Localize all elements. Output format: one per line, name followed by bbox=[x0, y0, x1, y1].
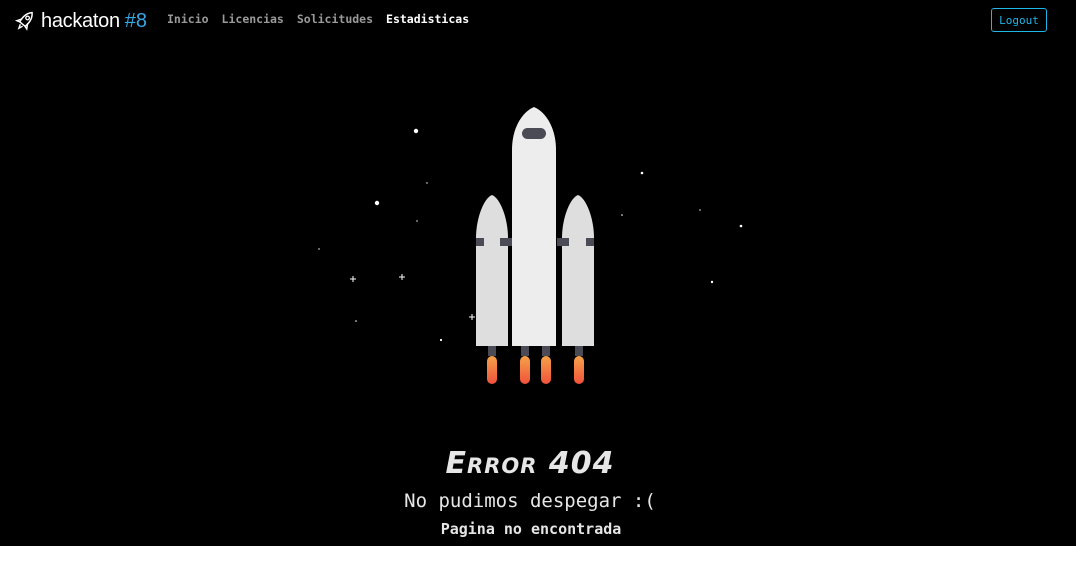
logout-button[interactable]: Logout bbox=[991, 8, 1047, 32]
star-icon bbox=[621, 214, 623, 216]
brand-number: #8 bbox=[124, 9, 148, 32]
star-icon bbox=[640, 171, 644, 175]
star-icon bbox=[413, 128, 419, 134]
error-detail: Pagina no encontrada bbox=[440, 520, 622, 538]
star-icon bbox=[416, 220, 418, 222]
page-404: hackaton #8 Inicio Licencias Solicitudes… bbox=[0, 0, 1076, 546]
core-stage bbox=[512, 107, 556, 346]
engine-nozzle bbox=[575, 346, 583, 356]
nav-menu: Inicio Licencias Solicitudes Estadistica… bbox=[167, 12, 469, 26]
engine-flame bbox=[520, 356, 530, 384]
nav-link-estadisticas[interactable]: Estadisticas bbox=[386, 12, 469, 26]
nav-link-licencias[interactable]: Licencias bbox=[222, 12, 284, 26]
engine-flame bbox=[541, 356, 551, 384]
nav-link-solicitudes[interactable]: Solicitudes bbox=[297, 12, 373, 26]
star-icon bbox=[699, 209, 701, 211]
star-icon bbox=[318, 248, 320, 250]
star-icon bbox=[374, 200, 380, 206]
left-booster bbox=[476, 195, 508, 346]
error-title: Error 404 bbox=[445, 446, 615, 481]
error-subtitle: No pudimos despegar :( bbox=[404, 490, 656, 512]
engine-nozzle bbox=[542, 346, 550, 356]
engine-nozzle bbox=[488, 346, 496, 356]
booster-connector bbox=[557, 238, 569, 246]
rocket-icon bbox=[14, 9, 36, 33]
star-icon bbox=[426, 182, 428, 184]
rocket-window bbox=[522, 128, 546, 139]
engine-flame bbox=[574, 356, 584, 384]
engine-nozzle bbox=[521, 346, 529, 356]
star-icon bbox=[350, 276, 356, 282]
brand-logo[interactable]: hackaton #8 bbox=[14, 8, 147, 34]
star-icon bbox=[355, 320, 357, 322]
booster-connector bbox=[476, 238, 484, 246]
brand-name: hackaton bbox=[41, 9, 120, 32]
nav-link-inicio[interactable]: Inicio bbox=[167, 12, 209, 26]
star-icon bbox=[439, 338, 443, 342]
star-icon bbox=[710, 280, 714, 284]
booster-connector bbox=[586, 238, 594, 246]
right-booster bbox=[562, 195, 594, 346]
star-icon bbox=[399, 274, 405, 280]
engine-flame bbox=[487, 356, 497, 384]
top-navbar: hackaton #8 Inicio Licencias Solicitudes… bbox=[0, 0, 1076, 44]
star-icon bbox=[739, 224, 743, 228]
star-icon bbox=[469, 314, 475, 320]
booster-connector bbox=[500, 238, 512, 246]
